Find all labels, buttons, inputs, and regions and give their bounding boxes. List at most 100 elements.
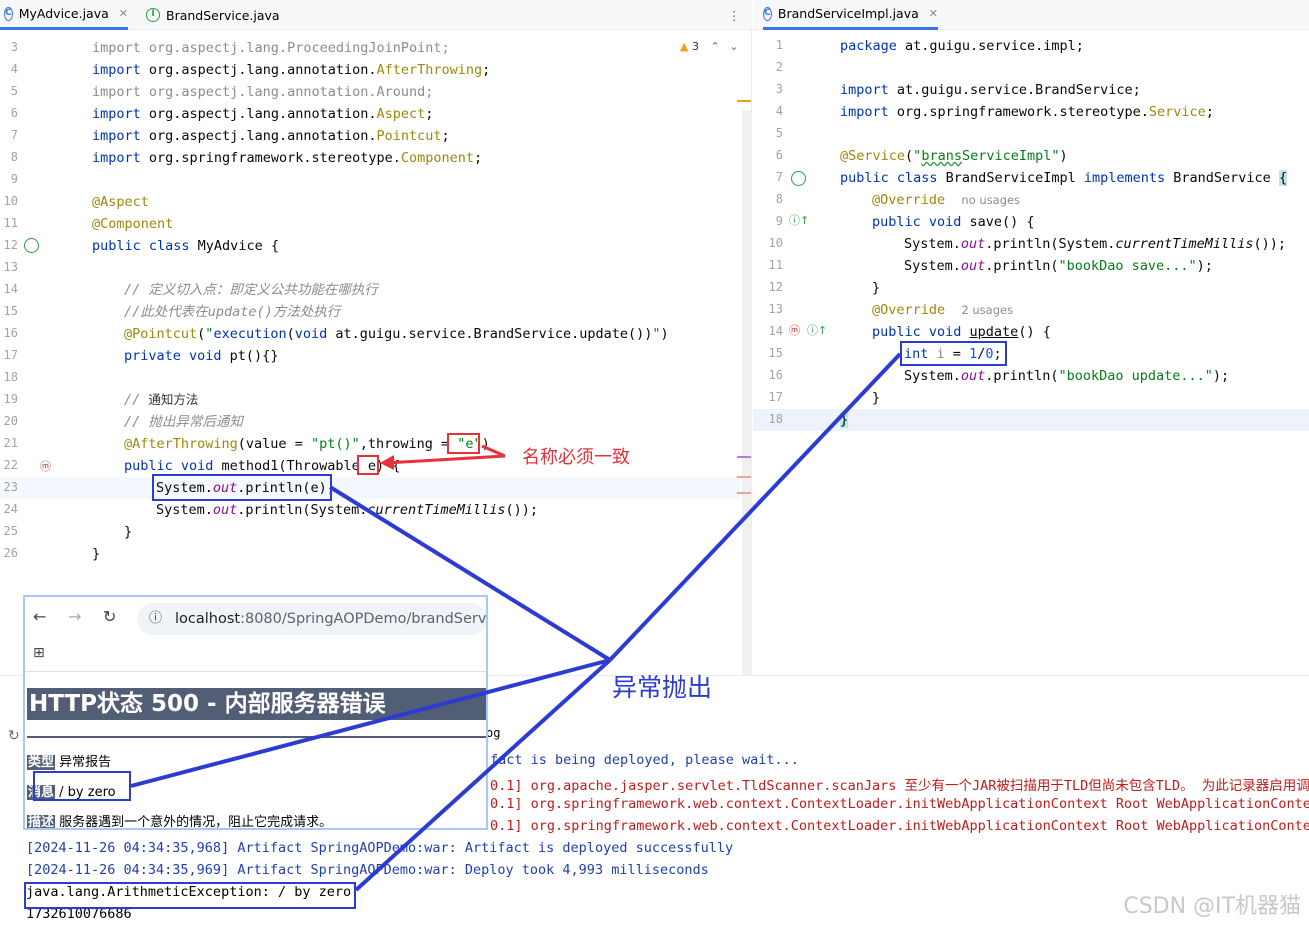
description-value: 服务器遇到一个意外的情况，阻止它完成请求。 [59, 815, 333, 830]
code-line-17[interactable]: } [872, 387, 880, 409]
back-arrow-icon[interactable]: ← [33, 607, 46, 626]
heading-rule [27, 736, 486, 738]
usage-hint[interactable]: no usages [961, 193, 1020, 207]
code-line-14[interactable]: public void update() { [872, 321, 1051, 343]
code-line-6[interactable]: import org.aspectj.lang.annotation.Aspec… [92, 103, 433, 125]
line-number: 25 [3, 524, 18, 538]
code-line-12[interactable]: public class MyAdvice { [92, 235, 279, 257]
code-line-4[interactable]: import org.springframework.stereotype.Se… [840, 101, 1214, 123]
console-line[interactable]: fact is being deployed, please wait... [490, 752, 799, 768]
code-line-11[interactable]: System.out.println("bookDao save..."); [904, 255, 1213, 277]
chevron-down-icon[interactable]: ⌄ [729, 40, 738, 53]
code-line-15[interactable]: //此处代表在update()方法处执行 [124, 301, 340, 323]
code-line-17[interactable]: private void pt(){} [124, 345, 278, 367]
left-tab-bar: C MyAdvice.java ✕ I BrandService.java ⋮ [0, 0, 752, 30]
code-line-20[interactable]: // 抛出异常后通知 [124, 411, 243, 433]
line-number: 12 [3, 238, 18, 252]
code-line-12[interactable]: } [872, 277, 880, 299]
tab-brandservice[interactable]: I BrandService.java [146, 0, 286, 30]
console-line[interactable]: 0.1] org.apache.jasper.servlet.TldScanne… [490, 774, 1309, 794]
line-number: 1 [775, 38, 783, 52]
annotation-blue-box-exception [24, 882, 356, 909]
code-line-8[interactable]: @Override no usages [872, 189, 1020, 211]
line-number: 22 [3, 458, 18, 472]
class-icon: C [4, 6, 13, 21]
line-number: 23 [3, 480, 18, 494]
line-number: 18 [768, 412, 783, 426]
forward-arrow-icon[interactable]: → [68, 607, 81, 626]
address-bar[interactable]: ⓘ localhost:8080/SpringAOPDemo/brandServ… [137, 603, 487, 635]
url-path: :8080/SpringAOPDemo/brandServlet [240, 611, 487, 627]
apps-grid-icon[interactable]: ⊞ [33, 645, 45, 661]
code-line-18[interactable]: } [840, 409, 849, 431]
line-number: 8 [10, 150, 18, 164]
code-line-16[interactable]: System.out.println("bookDao update..."); [904, 365, 1229, 387]
line-number: 5 [10, 84, 18, 98]
more-tabs-icon[interactable]: ⋮ [728, 0, 741, 30]
reload-icon[interactable]: ↻ [103, 607, 116, 626]
line-number: 3 [10, 40, 18, 54]
console-line[interactable]: [2024-11-26 04:34:35,969] Artifact Sprin… [26, 862, 709, 878]
close-icon[interactable]: ✕ [119, 7, 128, 20]
line-number: 14 [768, 324, 783, 338]
line-number: 7 [775, 170, 783, 184]
description-row: 描述 服务器遇到一个意外的情况，阻止它完成请求。 [27, 811, 333, 830]
advice-icon: ⓜ [40, 460, 51, 473]
toolbar-divider [25, 671, 486, 672]
code-line-7[interactable]: public class BrandServiceImpl implements… [840, 167, 1288, 189]
line-number: 13 [768, 302, 783, 316]
code-line-16[interactable]: @Pointcut("execution(void at.guigu.servi… [124, 323, 669, 345]
warning-icon: ▲ [680, 40, 689, 53]
line-number: 15 [3, 304, 18, 318]
scrollbar-track[interactable] [742, 110, 751, 675]
tab-label: BrandService.java [166, 7, 280, 23]
current-line-highlight [753, 409, 1309, 431]
console-line[interactable]: 0.1] org.springframework.web.context.Con… [490, 818, 1309, 834]
code-line-26[interactable]: } [92, 543, 100, 565]
implements-icon: ⓘ↑ [789, 214, 810, 227]
code-line-21[interactable]: @AfterThrowing(value = "pt()",throwing =… [124, 433, 490, 455]
scroll-marker [737, 456, 751, 458]
code-line-19[interactable]: // 通知方法 [124, 389, 198, 411]
code-line-3[interactable]: import org.aspectj.lang.ProceedingJoinPo… [92, 37, 450, 59]
chevron-up-icon[interactable]: ⌃ [710, 40, 719, 53]
code-line-3[interactable]: import at.guigu.service.BrandService; [840, 79, 1141, 101]
tab-myadvice[interactable]: C MyAdvice.java ✕ [0, 0, 128, 30]
close-icon[interactable]: ✕ [929, 7, 938, 20]
line-number: 14 [3, 282, 18, 296]
code-line-8[interactable]: import org.springframework.stereotype.Co… [92, 147, 482, 169]
code-line-6[interactable]: @Service("bransServiceImpl") [840, 145, 1068, 167]
code-line-10[interactable]: @Aspect [92, 191, 149, 213]
line-number: 9 [775, 214, 783, 228]
console-line[interactable]: [2024-11-26 04:34:35,968] Artifact Sprin… [26, 840, 733, 856]
code-line-13[interactable]: @Override 2 usages [872, 299, 1013, 321]
scroll-marker [737, 476, 751, 478]
line-number: 9 [10, 172, 18, 186]
site-info-icon[interactable]: ⓘ [149, 603, 162, 635]
usage-hint[interactable]: 2 usages [961, 303, 1013, 317]
line-number: 7 [10, 128, 18, 142]
line-number: 12 [768, 280, 783, 294]
code-line-14[interactable]: // 定义切入点：即定义公共功能在哪执行 [124, 279, 378, 301]
code-line-4[interactable]: import org.aspectj.lang.annotation.After… [92, 59, 490, 81]
annotation-red-box-throwing [447, 433, 480, 454]
line-number: 26 [3, 546, 18, 560]
console-line[interactable]: 0.1] org.springframework.web.context.Con… [490, 796, 1309, 812]
code-line-5[interactable]: import org.aspectj.lang.annotation.Aroun… [92, 81, 433, 103]
console-refresh-icon[interactable]: ↻ [8, 728, 20, 744]
code-line-1[interactable]: package at.guigu.service.impl; [840, 35, 1084, 57]
interface-icon: I [146, 8, 160, 22]
console-tab-fragment[interactable]: og [486, 726, 500, 740]
code-line-25[interactable]: } [124, 521, 132, 543]
code-line-24[interactable]: System.out.println(System.currentTimeMil… [156, 499, 538, 521]
line-number: 11 [768, 258, 783, 272]
inspection-widget[interactable]: ▲ 3 ⌃ ⌄ [680, 40, 738, 53]
advised-icon: ⓜ [789, 324, 800, 337]
line-number: 5 [775, 126, 783, 140]
code-line-9[interactable]: public void save() { [872, 211, 1035, 233]
line-number: 4 [775, 104, 783, 118]
code-line-7[interactable]: import org.aspectj.lang.annotation.Point… [92, 125, 450, 147]
code-line-11[interactable]: @Component [92, 213, 173, 235]
tab-brandserviceimpl[interactable]: C BrandServiceImpl.java ✕ [763, 0, 938, 30]
code-line-10[interactable]: System.out.println(System.currentTimeMil… [904, 233, 1286, 255]
